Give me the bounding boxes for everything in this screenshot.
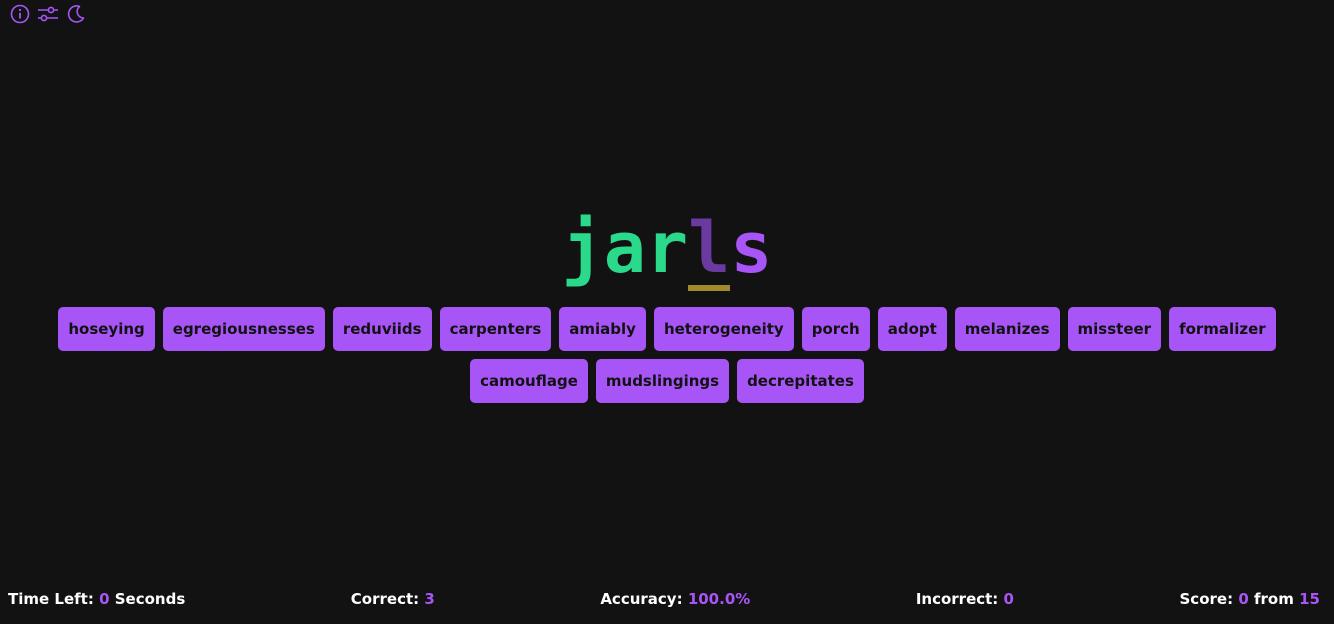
info-icon[interactable] [9, 3, 31, 25]
time-left-stat: Time Left: 0 Seconds [8, 590, 185, 608]
score-from: from [1253, 590, 1294, 608]
word-chip[interactable]: egregiousnesses [162, 307, 325, 351]
toolbar [9, 3, 87, 25]
word-bank: hoseying egregiousnesses reduviids carpe… [40, 307, 1294, 403]
word-chip[interactable]: melanizes [954, 307, 1060, 351]
word-chip[interactable]: missteer [1067, 307, 1162, 351]
stats-bar: Time Left: 0 Seconds Correct: 3 Accuracy… [8, 590, 1320, 608]
time-left-value: 0 [99, 590, 110, 608]
incorrect-label: Incorrect: [915, 590, 999, 608]
time-left-label: Time Left: [8, 590, 94, 608]
correct-label: Correct: [350, 590, 420, 608]
score-value: 0 [1238, 590, 1249, 608]
word-chip[interactable]: mudslingings [595, 359, 730, 403]
remaining-letters: s [730, 207, 773, 289]
current-word: jarls [0, 207, 1334, 291]
word-chip[interactable]: adopt [877, 307, 947, 351]
moon-icon[interactable] [65, 3, 87, 25]
word-chip[interactable]: porch [801, 307, 870, 351]
score-total: 15 [1299, 590, 1320, 608]
accuracy-value: 100.0% [687, 590, 751, 608]
correct-stat: Correct: 3 [351, 590, 435, 608]
typed-letters: jar [561, 207, 689, 289]
word-chip[interactable]: camouflage [470, 359, 588, 403]
word-chip[interactable]: decrepitates [737, 359, 864, 403]
accuracy-label: Accuracy: [600, 590, 683, 608]
time-left-unit: Seconds [114, 590, 186, 608]
word-chip[interactable]: formalizer [1169, 307, 1276, 351]
word-chip[interactable]: heterogeneity [653, 307, 794, 351]
incorrect-stat: Incorrect: 0 [916, 590, 1014, 608]
current-letter: l [688, 207, 731, 291]
score-stat: Score: 0 from 15 [1180, 590, 1320, 608]
correct-value: 3 [424, 590, 435, 608]
word-chip[interactable]: carpenters [439, 307, 552, 351]
score-label: Score: [1179, 590, 1234, 608]
accuracy-stat: Accuracy: 100.0% [600, 590, 750, 608]
sliders-icon[interactable] [37, 3, 59, 25]
word-chip[interactable]: hoseying [58, 307, 155, 351]
word-chip[interactable]: amiably [559, 307, 646, 351]
incorrect-value: 0 [1003, 590, 1014, 608]
word-chip[interactable]: reduviids [332, 307, 432, 351]
